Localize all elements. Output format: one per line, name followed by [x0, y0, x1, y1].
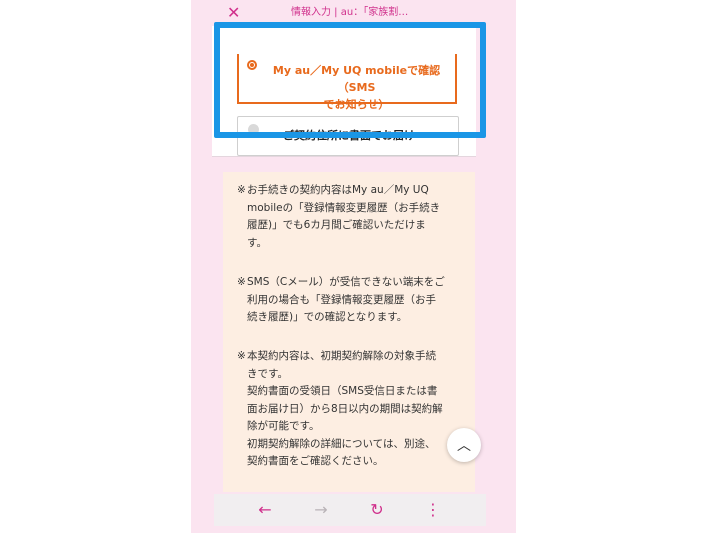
chevron-up-icon: ︿ — [457, 438, 471, 454]
page-title: 情報入力 | au：「家族割… — [291, 7, 409, 18]
notice-item: ※ SMS（Cメール）が受信できない端末をご 利用の場合も「登録情報変更履歴（お… — [237, 274, 462, 327]
highlight-frame — [214, 22, 486, 138]
note-mark: ※ — [237, 276, 246, 288]
notice-text: 本契約内容は、初期契約解除の対象手続 きです。 契約書面の受領日（SMS受信日ま… — [247, 350, 443, 467]
reload-icon[interactable]: ↻ — [366, 500, 388, 520]
divider — [212, 156, 476, 157]
notice-text: お手続きの契約内容はMy au／My UQ mobileの「登録情報変更履歴（お… — [247, 184, 441, 249]
notice-text: SMS（Cメール）が受信できない端末をご 利用の場合も「登録情報変更履歴（お手 … — [247, 276, 445, 323]
notice-item: ※ 本契約内容は、初期契約解除の対象手続 きです。 契約書面の受領日（SMS受信… — [237, 348, 462, 471]
browser-bottom-nav: ← → ↻ ⋮ — [214, 494, 486, 526]
forward-arrow-icon[interactable]: → — [310, 500, 332, 520]
menu-icon[interactable]: ⋮ — [422, 500, 444, 520]
notice-item: ※ お手続きの契約内容はMy au／My UQ mobileの「登録情報変更履歴… — [237, 182, 462, 252]
close-icon[interactable]: ✕ — [227, 3, 240, 23]
back-arrow-icon[interactable]: ← — [254, 500, 276, 520]
note-mark: ※ — [237, 350, 246, 362]
note-mark: ※ — [237, 184, 246, 196]
scroll-to-top-button[interactable]: ︿ — [447, 428, 481, 462]
notice-box: ※ お手続きの契約内容はMy au／My UQ mobileの「登録情報変更履歴… — [223, 172, 475, 492]
